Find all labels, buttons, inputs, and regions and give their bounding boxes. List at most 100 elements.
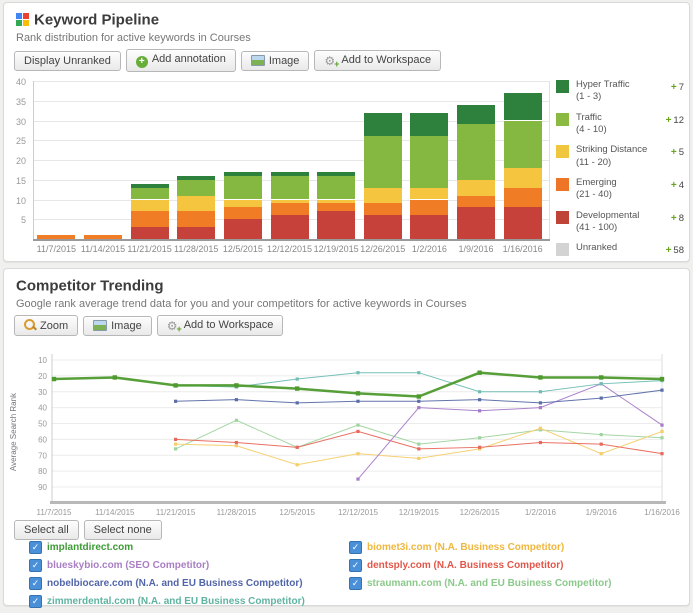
data-point-marker — [51, 376, 57, 382]
checkbox-icon[interactable]: ✓ — [349, 559, 362, 572]
checkbox-icon[interactable]: ✓ — [29, 541, 42, 554]
bar-segment — [223, 199, 262, 208]
x-axis-line — [33, 239, 550, 241]
data-point-marker — [599, 396, 603, 400]
data-point-marker — [234, 440, 238, 445]
checkbox-icon[interactable]: ✓ — [349, 541, 362, 554]
image-button[interactable]: Image — [83, 315, 152, 336]
checkbox-icon[interactable]: ✓ — [29, 595, 42, 608]
bar-segment — [130, 211, 169, 228]
gridline — [33, 100, 550, 102]
competitor-legend-item[interactable]: ✓ blueskybio.com (SEO Competitor) — [29, 559, 305, 572]
data-point-marker — [417, 406, 421, 410]
bar-segment — [130, 199, 169, 212]
checkbox-icon[interactable]: ✓ — [29, 559, 42, 572]
legend-delta-value: 4 — [678, 180, 684, 192]
legend-delta: +7 — [671, 82, 684, 93]
legend-delta-value: 12 — [673, 114, 684, 126]
bar-segment — [270, 203, 309, 216]
bar-segment — [317, 175, 356, 200]
legend-item: Developmental (41 - 100) +8 — [556, 210, 684, 235]
y-axis-tick-label: 20 — [15, 156, 26, 166]
workspace-gear-icon: ⚙ + — [166, 319, 182, 334]
data-point-marker — [295, 445, 299, 449]
bar-segment — [503, 92, 542, 121]
plus-icon: + — [665, 245, 672, 257]
trend-line-dentsply.com — [175, 430, 663, 455]
legend-name: Traffic — [576, 111, 602, 123]
checkbox-icon[interactable]: ✓ — [349, 577, 362, 590]
bar-segment — [177, 227, 216, 239]
bar-segment — [223, 171, 262, 176]
zoom-button[interactable]: Zoom — [14, 315, 79, 336]
x-axis-date-label: 1/16/2016 — [502, 244, 543, 254]
competitor-legend-label: biomet3i.com (N.A. Business Competitor) — [367, 542, 565, 553]
x-axis-date-label: 11/14/2015 — [95, 508, 135, 517]
data-point-marker — [356, 477, 360, 481]
bar-segment — [457, 104, 496, 125]
bar-segment — [363, 112, 402, 137]
data-point-marker — [660, 379, 664, 383]
data-point-marker — [174, 383, 178, 387]
legend-delta-value: 5 — [678, 147, 684, 159]
x-axis-date-label: 12/26/2015 — [460, 508, 501, 517]
rank-distribution-legend: Hyper Traffic (1 - 3) +7 Traffic (4 - 10) +12… — [556, 79, 684, 264]
add-to-workspace-button[interactable]: ⚙ + Add to Workspace — [156, 315, 284, 336]
data-point-marker — [478, 436, 482, 440]
data-point-marker — [599, 375, 604, 380]
data-point-marker — [538, 426, 542, 430]
bar-segment — [130, 227, 169, 239]
competitor-legend-left: ✓ implantdirect.com ✓ blueskybio.com (SEO C… — [29, 541, 305, 613]
data-point-marker — [477, 370, 482, 375]
data-point-marker — [234, 383, 239, 388]
zoom-magnifier-icon — [24, 319, 37, 331]
bar-segment — [410, 215, 449, 239]
y-axis-tick-label: 60 — [38, 435, 47, 444]
y-axis-tick-label: 30 — [38, 388, 47, 397]
bar-segment — [503, 207, 542, 239]
competitor-legend-item[interactable]: ✓ nobelbiocare.com (N.A. and EU Business … — [29, 577, 305, 590]
bar-segment — [363, 136, 402, 188]
data-point-marker — [659, 376, 665, 382]
x-axis-date-label: 1/2/2016 — [525, 508, 557, 517]
legend-swatch — [556, 80, 569, 93]
legend-item: Emerging (21 - 40) +4 — [556, 177, 684, 202]
competitor-legend-item[interactable]: ✓ biomet3i.com (N.A. Business Competitor) — [349, 541, 611, 554]
data-point-marker — [356, 371, 360, 375]
select-none-button[interactable]: Select none — [83, 520, 162, 540]
legend-label: Striking Distance (11 - 20) — [576, 144, 671, 169]
legend-item: Unranked +58 — [556, 242, 684, 257]
data-point-marker — [538, 428, 542, 432]
data-point-marker — [538, 401, 542, 405]
legend-swatch — [556, 145, 569, 159]
select-all-button[interactable]: Select all — [14, 520, 79, 540]
bar-segment — [270, 175, 309, 200]
panel2-subtitle: Google rank average trend data for you a… — [16, 298, 467, 310]
data-point-marker — [416, 394, 421, 399]
panel2-header: Competitor Trending — [16, 277, 164, 295]
button-label: Image — [111, 319, 142, 332]
legend-label: Hyper Traffic (1 - 3) — [576, 79, 671, 104]
plus-icon: + — [670, 147, 677, 159]
x-axis-date-label: 1/9/2016 — [586, 508, 618, 517]
competitor-legend-item[interactable]: ✓ dentsply.com (N.A. Business Competitor) — [349, 559, 611, 572]
competitor-legend-item[interactable]: ✓ implantdirect.com — [29, 541, 305, 554]
data-point-marker — [660, 436, 664, 440]
bar-segment — [223, 207, 262, 220]
data-point-marker — [599, 382, 603, 386]
checkbox-icon[interactable]: ✓ — [29, 577, 42, 590]
bar-segment — [410, 136, 449, 188]
bar-segment — [317, 203, 356, 212]
data-point-marker — [660, 388, 664, 392]
competitor-trending-chart: 10 20 30 40 50 60 70 80 90 Average Search Rank 11/… — [9, 354, 680, 517]
bar-segment — [317, 199, 356, 204]
legend-label: Developmental (41 - 100) — [576, 210, 671, 235]
competitor-legend-label: blueskybio.com (SEO Competitor) — [47, 560, 210, 571]
competitor-legend-item[interactable]: ✓ straumann.com (N.A. and EU Business Com… — [349, 577, 611, 590]
button-label: Select all — [24, 524, 69, 536]
data-point-marker — [478, 398, 482, 402]
data-point-marker — [599, 442, 603, 446]
data-point-marker — [356, 429, 360, 434]
legend-swatch — [556, 243, 569, 257]
competitor-legend-item[interactable]: ✓ zimmerdental.com (N.A. and EU Business … — [29, 595, 305, 608]
